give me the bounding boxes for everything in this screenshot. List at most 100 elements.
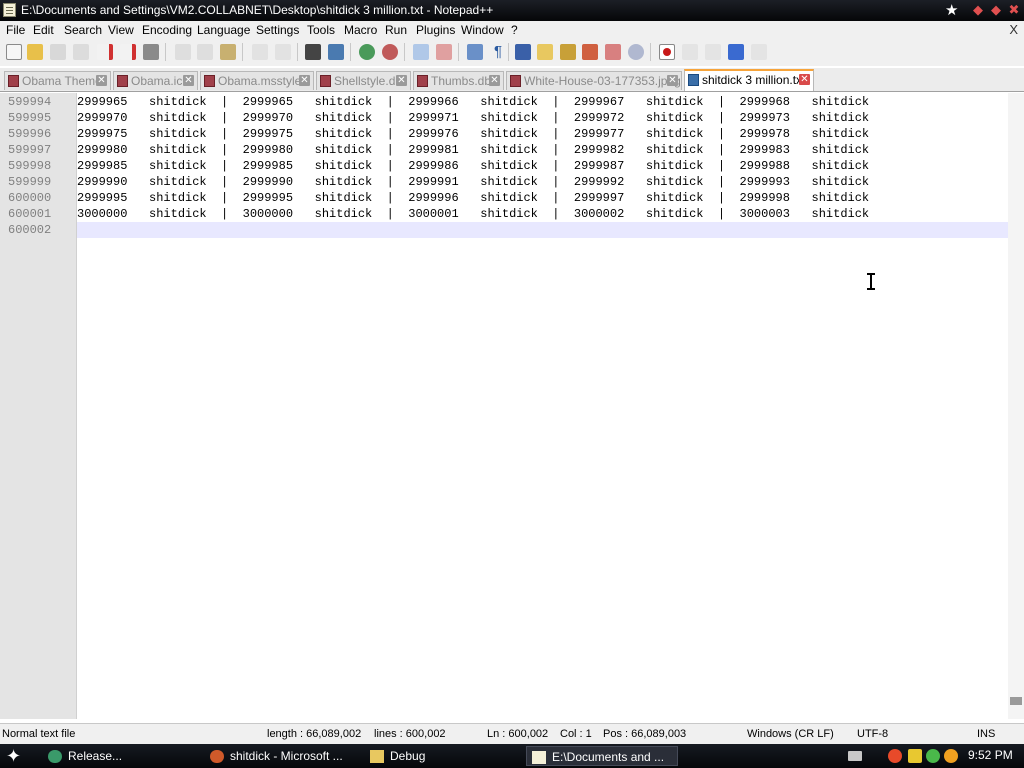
paste-icon[interactable] — [220, 44, 236, 60]
close-file-icon[interactable] — [97, 44, 113, 60]
redo-icon[interactable] — [275, 44, 291, 60]
taskbar-item-media[interactable]: shitdick - Microsoft ... — [210, 746, 365, 766]
taskbar-item-debug[interactable]: Debug — [370, 746, 520, 766]
menu-settings[interactable]: Settings — [256, 23, 299, 37]
menu-tools[interactable]: Tools — [307, 23, 335, 37]
stop-macro-icon[interactable] — [682, 44, 698, 60]
menu-file[interactable]: File — [6, 23, 25, 37]
play-macro-icon[interactable] — [705, 44, 721, 60]
tab-obama-icl[interactable]: Obama.icl ✕ — [113, 71, 198, 90]
run-macro-multiple-icon[interactable] — [728, 44, 744, 60]
menu-search[interactable]: Search — [64, 23, 102, 37]
word-wrap-icon[interactable] — [467, 44, 483, 60]
record-macro-icon[interactable] — [659, 44, 675, 60]
menu-encoding[interactable]: Encoding — [142, 23, 192, 37]
network-icon[interactable] — [888, 749, 902, 763]
close-all-icon[interactable] — [120, 44, 136, 60]
tab-close-icon[interactable]: ✕ — [396, 75, 407, 86]
tab-close-icon[interactable]: ✕ — [299, 75, 310, 86]
menu-macro[interactable]: Macro — [344, 23, 377, 37]
toolbar-separator — [458, 43, 459, 61]
function-list-icon[interactable] — [560, 44, 576, 60]
taskbar-item-browser[interactable]: Release... — [48, 746, 203, 766]
editor[interactable]: 599994 599995 599996 599997 599998 59999… — [0, 93, 1024, 719]
keyboard-icon[interactable] — [848, 751, 862, 761]
tab-shellstyle[interactable]: Shellstyle.dll ✕ — [316, 71, 411, 90]
tab-shitdick-3-million[interactable]: shitdick 3 million.txt ✕ — [684, 69, 814, 91]
replace-icon[interactable] — [328, 44, 344, 60]
status-insert-mode: INS — [977, 728, 996, 740]
tab-close-icon[interactable]: ✕ — [96, 75, 107, 86]
toolbar-separator — [350, 43, 351, 61]
text-line[interactable]: 3000000 shitdick | 3000000 shitdick | 30… — [77, 206, 1008, 222]
menu-run[interactable]: Run — [385, 23, 407, 37]
star-icon[interactable]: ★ — [945, 1, 958, 19]
save-all-icon[interactable] — [73, 44, 89, 60]
open-file-icon[interactable] — [27, 44, 43, 60]
monitor-icon[interactable] — [605, 44, 621, 60]
close-icon[interactable]: ✖ — [1007, 3, 1021, 17]
file-icon — [320, 75, 331, 87]
indent-guide-icon[interactable] — [515, 44, 531, 60]
menu-language[interactable]: Language — [197, 23, 250, 37]
status-file-type: Normal text file — [2, 728, 76, 740]
scrollbar-thumb[interactable] — [1010, 697, 1022, 705]
copy-icon[interactable] — [197, 44, 213, 60]
tab-thumbs-db[interactable]: Thumbs.db ✕ — [413, 71, 504, 90]
menu-help[interactable]: ? — [511, 23, 518, 37]
menu-window[interactable]: Window — [461, 23, 504, 37]
status-position: Pos : 66,089,003 — [603, 728, 687, 740]
text-line[interactable]: 2999965 shitdick | 2999965 shitdick | 29… — [77, 94, 1008, 110]
save-icon[interactable] — [50, 44, 66, 60]
tab-obama-theme[interactable]: Obama Theme ✕ — [4, 71, 111, 90]
current-text-line[interactable] — [77, 222, 1008, 238]
toolbar: ¶ — [0, 40, 1024, 66]
start-star-icon[interactable]: ✦ — [6, 746, 28, 766]
status-bar: Normal text file length : 66,089,002 lin… — [0, 723, 1024, 745]
text-line[interactable]: 2999975 shitdick | 2999975 shitdick | 29… — [77, 126, 1008, 142]
vertical-scrollbar[interactable] — [1008, 93, 1024, 719]
print-icon[interactable] — [143, 44, 159, 60]
tab-close-icon[interactable]: ✕ — [489, 75, 500, 86]
find-icon[interactable] — [305, 44, 321, 60]
document-close-button[interactable]: X — [1009, 22, 1018, 37]
zoom-in-icon[interactable] — [359, 44, 375, 60]
text-line[interactable]: 2999980 shitdick | 2999980 shitdick | 29… — [77, 142, 1008, 158]
cut-icon[interactable] — [175, 44, 191, 60]
security-icon[interactable] — [926, 749, 940, 763]
tab-close-icon[interactable]: ✕ — [799, 74, 810, 85]
search-icon[interactable] — [944, 749, 958, 763]
save-macro-icon[interactable] — [751, 44, 767, 60]
tab-close-icon[interactable]: ✕ — [183, 75, 194, 86]
show-all-chars-icon[interactable]: ¶ — [490, 44, 506, 60]
text-line[interactable]: 2999990 shitdick | 2999990 shitdick | 29… — [77, 174, 1008, 190]
zoom-out-icon[interactable] — [382, 44, 398, 60]
tab-close-icon[interactable]: ✕ — [667, 75, 678, 86]
menu-plugins[interactable]: Plugins — [416, 23, 455, 37]
taskbar-clock[interactable]: 9:52 PM — [968, 748, 1013, 762]
restore-icon[interactable]: ◆ — [989, 3, 1003, 17]
tab-obama-msstyles[interactable]: Obama.msstyles ✕ — [200, 71, 314, 90]
menu-edit[interactable]: Edit — [33, 23, 54, 37]
text-line[interactable]: 2999995 shitdick | 2999995 shitdick | 29… — [77, 190, 1008, 206]
notepad-icon[interactable] — [3, 3, 16, 17]
menu-view[interactable]: View — [108, 23, 134, 37]
minimize-icon[interactable]: ◆ — [971, 3, 985, 17]
tab-label: Shellstyle.dll — [334, 74, 401, 88]
menu-bar: File Edit Search View Encoding Language … — [0, 21, 1024, 40]
folder-icon[interactable] — [537, 44, 553, 60]
undo-icon[interactable] — [252, 44, 268, 60]
sync-vertical-icon[interactable] — [413, 44, 429, 60]
text-line[interactable]: 2999970 shitdick | 2999970 shitdick | 29… — [77, 110, 1008, 126]
shield-icon[interactable] — [908, 749, 922, 763]
tab-white-house-jpeg[interactable]: White-House-03-177353.jpeg ✕ — [506, 71, 682, 90]
media-icon — [210, 750, 224, 764]
taskbar-item-notepad[interactable]: E:\Documents and ... — [526, 746, 678, 766]
new-file-icon[interactable] — [6, 44, 22, 60]
doc-map-icon[interactable] — [582, 44, 598, 60]
title-bar[interactable]: E:\Documents and Settings\VM2.COLLABNET\… — [0, 0, 1024, 21]
text-line[interactable]: 2999985 shitdick | 2999985 shitdick | 29… — [77, 158, 1008, 174]
sync-horizontal-icon[interactable] — [436, 44, 452, 60]
status-line-num: Ln : 600,002 — [487, 728, 549, 740]
eye-icon[interactable] — [628, 44, 644, 60]
